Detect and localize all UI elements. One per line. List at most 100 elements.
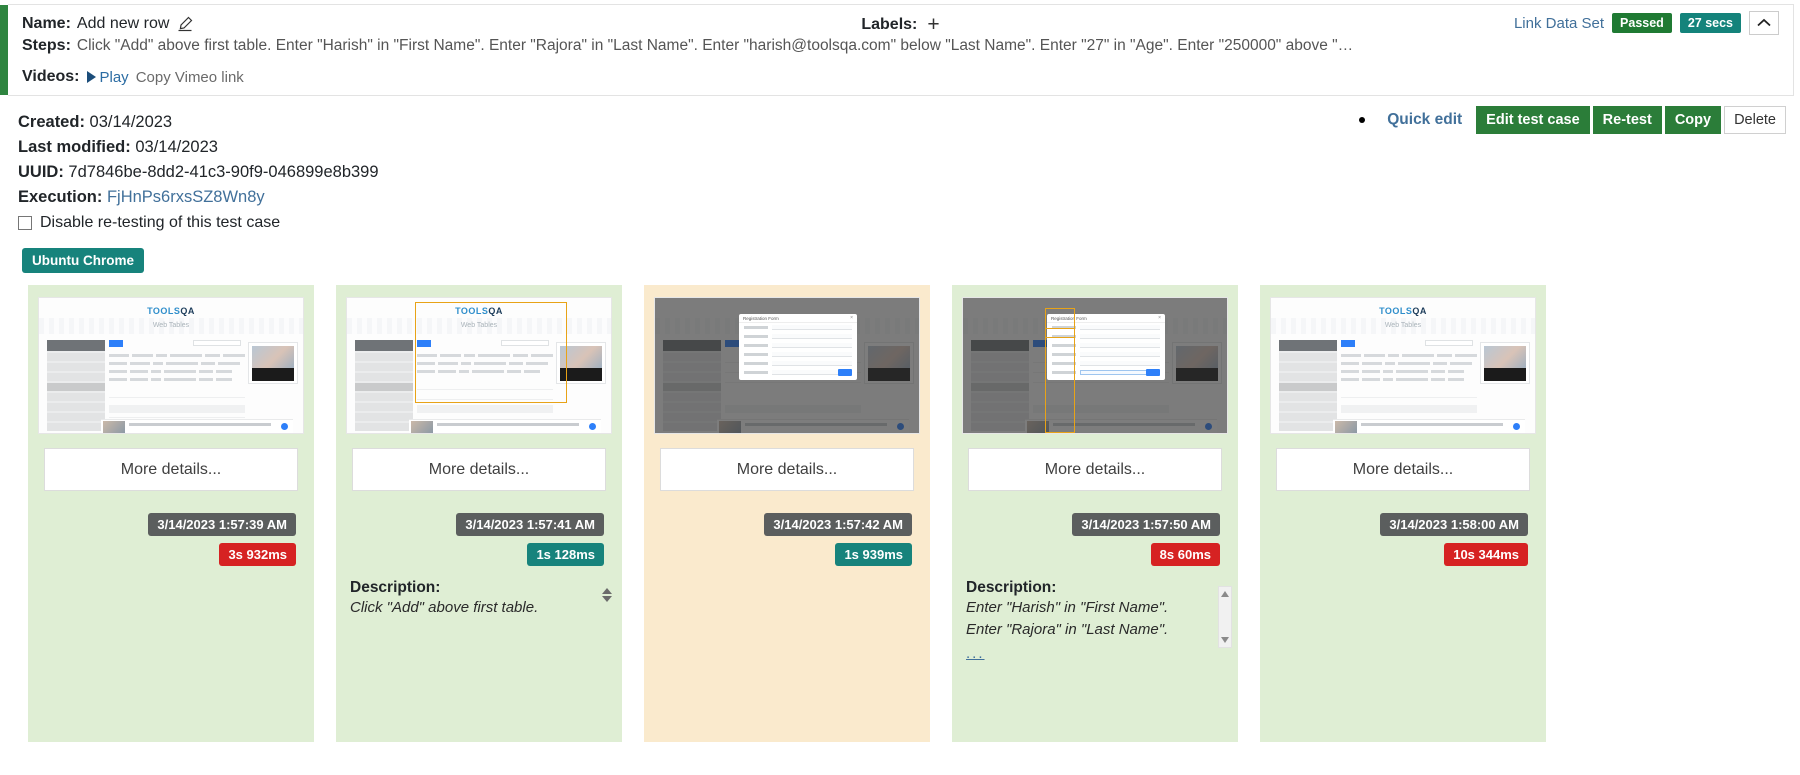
copy-button[interactable]: Copy (1664, 106, 1722, 134)
step-duration-badge: 1s 939ms (835, 543, 912, 566)
mini-table-area (109, 340, 246, 418)
description-scrollbar[interactable] (1218, 586, 1232, 648)
mini-page-mock: TOOLSQA Web Tables (1271, 298, 1535, 433)
description-stepper[interactable] (602, 588, 612, 602)
more-details-button[interactable]: More details... (352, 448, 606, 491)
bullet-dot-icon (1359, 117, 1366, 123)
execution-row: Execution: FjHnPs6rxsSZ8Wn8y (18, 185, 1786, 210)
toolsqa-logo-icon: TOOLSQA (455, 306, 503, 316)
scroll-down-arrow-icon[interactable] (1221, 637, 1229, 643)
step-description-block: Description: Click "Add" above first tab… (336, 566, 622, 619)
registration-form-modal: Registration Form × (1047, 314, 1165, 380)
name-label: Name: (22, 14, 71, 32)
registration-form-modal: Registration Form × (739, 314, 857, 380)
environment-badge[interactable]: Ubuntu Chrome (22, 248, 144, 273)
mini-sidebar (355, 340, 413, 431)
delete-button[interactable]: Delete (1724, 106, 1786, 134)
labels-label: Labels: (861, 15, 918, 33)
re-test-button[interactable]: Re-test (1592, 106, 1662, 134)
step-timestamp-badge: 3/14/2023 1:57:41 AM (456, 513, 604, 536)
disable-retest-checkbox[interactable] (18, 216, 32, 230)
test-case-action-bar: Quick edit Edit test case Re-test Copy D… (1359, 106, 1786, 134)
step-timestamp-badge: 3/14/2023 1:57:42 AM (764, 513, 912, 536)
mini-ad-block (248, 342, 298, 384)
step-card: TOOLSQA Web Tables More details... 3/14/… (1260, 285, 1546, 742)
test-case-meta: Created: 03/14/2023 Last modified: 03/14… (0, 96, 1800, 232)
disable-retest-row[interactable]: Disable re-testing of this test case (18, 214, 1786, 232)
header-videos-row: Videos: Play Copy Vimeo link (22, 64, 1779, 90)
step-screenshot-thumbnail[interactable]: Registration Form × (962, 297, 1228, 434)
header-name-row: Name: Add new row Labels: + Link Data Se… (22, 5, 1779, 37)
test-case-name: Add new row (76, 14, 170, 32)
steps-summary-text: Click "Add" above first table. Enter "Ha… (76, 37, 1359, 54)
expand-description-link[interactable]: ... (966, 645, 985, 662)
chevron-up-icon[interactable] (1749, 11, 1779, 35)
step-card: TOOLSQA Web Tables More details... 3/14/… (28, 285, 314, 742)
created-label: Created: (18, 113, 85, 131)
step-screenshot-thumbnail[interactable]: TOOLSQA Web Tables (1270, 297, 1536, 434)
edit-test-case-button[interactable]: Edit test case (1476, 106, 1590, 134)
scroll-up-arrow-icon[interactable] (1221, 591, 1229, 597)
description-label: Description: (966, 579, 1057, 596)
last-modified-value: 03/14/2023 (135, 138, 218, 156)
created-value: 03/14/2023 (89, 113, 173, 131)
last-modified-row: Last modified: 03/14/2023 (18, 135, 1786, 160)
mini-page-mock: TOOLSQA Web Tables (347, 298, 611, 433)
mini-page-mock: Registration Form × (655, 298, 919, 433)
toolsqa-logo-icon: TOOLSQA (147, 306, 195, 316)
pencil-edit-icon[interactable] (177, 16, 193, 32)
mini-page-mock: TOOLSQA Web Tables (39, 298, 303, 433)
chevron-up-icon[interactable] (602, 588, 612, 594)
steps-label: Steps: (22, 37, 71, 54)
quick-edit-button[interactable]: Quick edit (1387, 111, 1462, 129)
mini-bottom-ad-bar (409, 419, 601, 433)
more-details-button[interactable]: More details... (660, 448, 914, 491)
step-screenshot-thumbnail[interactable]: TOOLSQA Web Tables (38, 297, 304, 434)
description-text: Click "Add" above first table. (350, 599, 539, 616)
test-case-header-panel: Name: Add new row Labels: + Link Data Se… (0, 4, 1794, 96)
mini-table-area (1341, 340, 1478, 413)
plus-icon[interactable]: + (927, 14, 939, 35)
disable-retest-label: Disable re-testing of this test case (40, 214, 281, 231)
mini-page-mock: Registration Form × (963, 298, 1227, 433)
more-details-button[interactable]: More details... (1276, 448, 1530, 491)
chevron-down-icon[interactable] (602, 596, 612, 602)
play-triangle-icon (86, 71, 96, 83)
step-duration-badge: 8s 60ms (1150, 543, 1220, 566)
status-accent-bar (0, 5, 8, 95)
header-right-controls: Link Data Set Passed 27 secs (1514, 11, 1779, 35)
more-details-button[interactable]: More details... (968, 448, 1222, 491)
mini-bottom-ad-bar (1333, 419, 1525, 433)
status-badge: Passed (1612, 13, 1672, 33)
mini-ad-block (1480, 342, 1530, 384)
link-data-set-button[interactable]: Link Data Set (1514, 15, 1604, 32)
description-text-line: Enter "Rajora" in "Last Name". (966, 621, 1169, 638)
copy-vimeo-link-button[interactable]: Copy Vimeo link (136, 69, 244, 86)
play-label: Play (99, 68, 129, 86)
description-label: Description: (350, 579, 441, 596)
step-timestamp-badge: 3/14/2023 1:57:39 AM (148, 513, 296, 536)
mini-table-area (417, 340, 554, 413)
step-cards-row: TOOLSQA Web Tables More details... 3/14/… (0, 273, 1800, 742)
more-details-button[interactable]: More details... (44, 448, 298, 491)
last-modified-label: Last modified: (18, 138, 131, 156)
play-video-button[interactable]: Play (86, 68, 129, 86)
total-duration-badge: 27 secs (1679, 13, 1741, 33)
step-screenshot-thumbnail[interactable]: TOOLSQA Web Tables (346, 297, 612, 434)
step-timestamp-badge: 3/14/2023 1:57:50 AM (1072, 513, 1220, 536)
videos-label: Videos: (22, 68, 80, 85)
step-duration-badge: 3s 932ms (219, 543, 296, 566)
step-card: Registration Form × More details... 3/14/… (644, 285, 930, 742)
step-timestamp-badge: 3/14/2023 1:58:00 AM (1380, 513, 1528, 536)
mini-page-title: Web Tables (152, 322, 190, 329)
step-screenshot-thumbnail[interactable]: Registration Form × (654, 297, 920, 434)
execution-label: Execution: (18, 188, 103, 206)
mini-page-title: Web Tables (460, 322, 498, 329)
execution-link[interactable]: FjHnPs6rxsSZ8Wn8y (107, 188, 265, 206)
description-text-line: Enter "Harish" in "First Name". (966, 599, 1169, 616)
mini-bottom-ad-bar (101, 419, 293, 433)
mini-sidebar (47, 340, 105, 431)
header-steps-row: Steps: Click "Add" above first table. En… (22, 37, 1779, 64)
mini-ad-block (556, 342, 606, 384)
step-duration-badge: 1s 128ms (527, 543, 604, 566)
